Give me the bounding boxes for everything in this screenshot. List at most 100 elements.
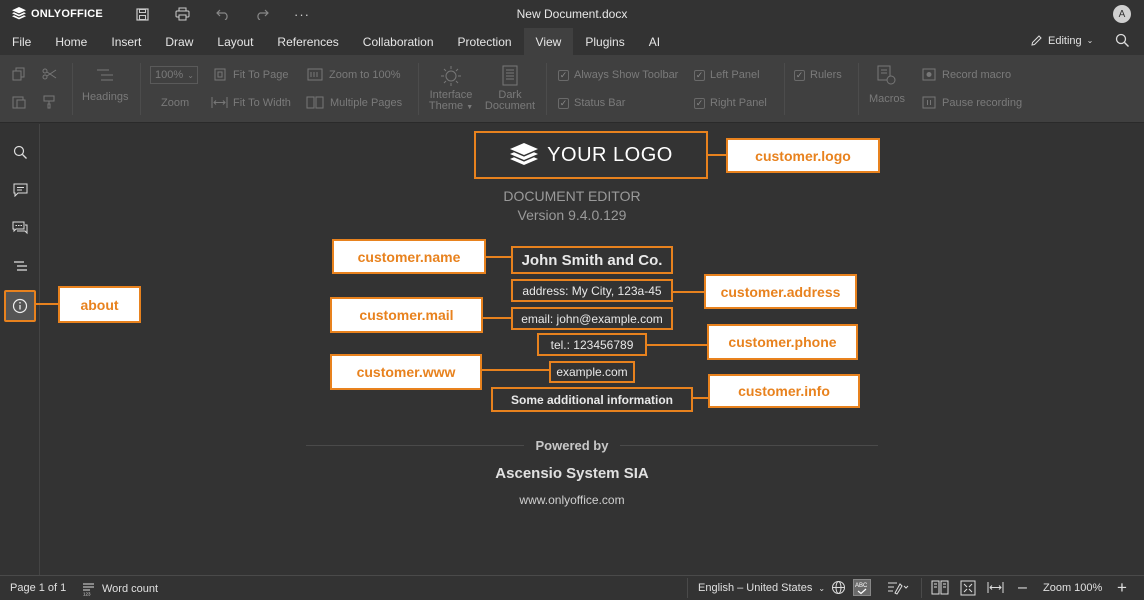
multiple-pages-view-icon[interactable]: [931, 580, 949, 595]
tab-home[interactable]: Home: [43, 28, 99, 55]
headings-button[interactable]: Headings: [82, 67, 128, 103]
customer-phone: tel.: 123456789: [537, 333, 647, 356]
pause-recording-button[interactable]: Pause recording: [922, 96, 1022, 109]
tab-draw[interactable]: Draw: [153, 28, 205, 55]
interface-theme-button[interactable]: Interface Theme ▼: [427, 65, 475, 113]
customer-logo-callout: customer.logo: [726, 138, 880, 173]
logo-text: YOUR LOGO: [547, 143, 673, 166]
menu-tabs: File Home Insert Draw Layout References …: [0, 28, 1144, 55]
company-website-link[interactable]: www.onlyoffice.com: [0, 493, 1144, 507]
logo-layers-icon: [510, 143, 539, 165]
status-bar: Page 1 of 1 123 Word count English – Uni…: [0, 575, 1144, 600]
tab-collaboration[interactable]: Collaboration: [351, 28, 446, 55]
fit-to-page-button[interactable]: Fit To Page: [213, 68, 288, 81]
record-macro-label: Record macro: [942, 68, 1012, 81]
svg-text:ABC: ABC: [855, 583, 868, 589]
macros-icon: [877, 65, 896, 85]
tab-references[interactable]: References: [265, 28, 350, 55]
track-changes-icon[interactable]: [887, 580, 909, 595]
navigation-icon[interactable]: [10, 256, 30, 276]
always-show-toolbar-checkbox[interactable]: ✓ Always Show Toolbar: [558, 69, 678, 81]
tab-layout[interactable]: Layout: [205, 28, 265, 55]
zoom-in-icon[interactable]: +: [1117, 578, 1127, 598]
tab-ai[interactable]: AI: [637, 28, 672, 55]
title-bar: ONLYOFFICE ··· New Document.docx A: [0, 0, 1144, 28]
multiple-pages-button[interactable]: Multiple Pages: [306, 96, 402, 109]
save-icon[interactable]: [132, 5, 152, 23]
pause-recording-label: Pause recording: [942, 96, 1023, 109]
user-avatar[interactable]: A: [1113, 5, 1131, 23]
tab-protection[interactable]: Protection: [446, 28, 524, 55]
checkmark-icon: ✓: [558, 97, 569, 109]
multiple-pages-label: Multiple Pages: [330, 96, 403, 109]
dark-document-label-2: Document: [484, 100, 536, 112]
zoom-select[interactable]: 100% ⌄: [150, 66, 198, 84]
status-bar-checkbox[interactable]: ✓ Status Bar: [558, 97, 625, 109]
checkmark-icon: ✓: [694, 97, 705, 109]
left-panel-checkbox[interactable]: ✓ Left Panel: [694, 69, 760, 81]
version-text: Version 9.4.0.129: [517, 207, 627, 223]
left-panel-label: Left Panel: [710, 69, 760, 81]
rulers-checkbox[interactable]: ✓ Rulers: [794, 69, 842, 81]
connector-line: [483, 317, 512, 319]
spellcheck-icon[interactable]: ABC: [853, 579, 871, 596]
globe-icon[interactable]: [831, 580, 846, 595]
fit-to-width-icon[interactable]: [987, 581, 1004, 594]
dark-document-icon: [502, 65, 518, 86]
zoom-level[interactable]: Zoom 100%: [1043, 582, 1102, 594]
info-icon[interactable]: [10, 296, 30, 316]
editor-name: DOCUMENT EDITOR: [503, 188, 641, 204]
checkmark-icon: ✓: [558, 69, 569, 81]
word-count-label: Word count: [102, 583, 159, 595]
connector-line: [482, 369, 550, 371]
tab-file[interactable]: File: [0, 28, 43, 55]
right-panel-label: Right Panel: [710, 97, 767, 109]
customer-phone-callout: customer.phone: [707, 324, 858, 360]
customer-address-callout: customer.address: [704, 274, 857, 309]
zoom-to-100-label: Zoom to 100%: [329, 68, 401, 81]
macros-button[interactable]: Macros: [866, 65, 908, 105]
language-label: English – United States: [698, 582, 813, 594]
paste-icon[interactable]: [12, 95, 26, 109]
cut-icon[interactable]: [42, 67, 57, 81]
undo-icon[interactable]: [213, 5, 233, 23]
page-indicator[interactable]: Page 1 of 1: [10, 582, 66, 594]
right-panel-checkbox[interactable]: ✓ Right Panel: [694, 97, 767, 109]
fit-page-icon: [214, 68, 226, 81]
print-icon[interactable]: [172, 5, 192, 23]
always-show-toolbar-label: Always Show Toolbar: [574, 69, 679, 81]
record-macro-button[interactable]: Record macro: [922, 68, 1011, 81]
multiple-pages-icon: [306, 96, 324, 109]
tab-insert[interactable]: Insert: [99, 28, 153, 55]
connector-line: [673, 291, 705, 293]
headings-label: Headings: [82, 91, 129, 103]
status-bar-label: Status Bar: [574, 97, 626, 109]
editing-mode-dropdown[interactable]: Editing ⌄: [1030, 34, 1093, 47]
chevron-down-icon: ⌄: [818, 583, 826, 593]
search-icon[interactable]: [1115, 33, 1130, 53]
app-logo: ONLYOFFICE: [12, 7, 103, 20]
chevron-down-icon: ▼: [466, 104, 474, 111]
company-name: Ascensio System SIA: [495, 465, 649, 482]
more-options-icon[interactable]: ···: [292, 5, 312, 23]
fit-width-icon: [211, 97, 228, 108]
checkmark-icon: ✓: [694, 69, 705, 81]
customer-logo-box: YOUR LOGO: [474, 131, 708, 179]
zoom-to-100-button[interactable]: Zoom to 100%: [307, 68, 401, 81]
redo-icon[interactable]: [252, 5, 272, 23]
format-painter-icon[interactable]: [42, 95, 56, 109]
fit-to-page-icon[interactable]: [960, 580, 976, 596]
copy-icon[interactable]: [12, 67, 26, 81]
zoom-label: Zoom: [161, 97, 190, 109]
tab-view[interactable]: View: [523, 28, 574, 55]
tab-plugins[interactable]: Plugins: [573, 28, 636, 55]
search-icon[interactable]: [10, 142, 30, 162]
dark-document-button[interactable]: Dark Document: [484, 65, 536, 112]
about-callout: about: [58, 286, 141, 323]
language-selector[interactable]: English – United States ⌄: [698, 582, 825, 594]
customer-email: email: john@example.com: [511, 307, 673, 330]
zoom-out-icon[interactable]: –: [1018, 579, 1027, 597]
fit-to-width-button[interactable]: Fit To Width: [211, 96, 291, 109]
interface-theme-label-2: Theme: [428, 100, 464, 112]
word-count-button[interactable]: 123 Word count: [82, 582, 158, 596]
